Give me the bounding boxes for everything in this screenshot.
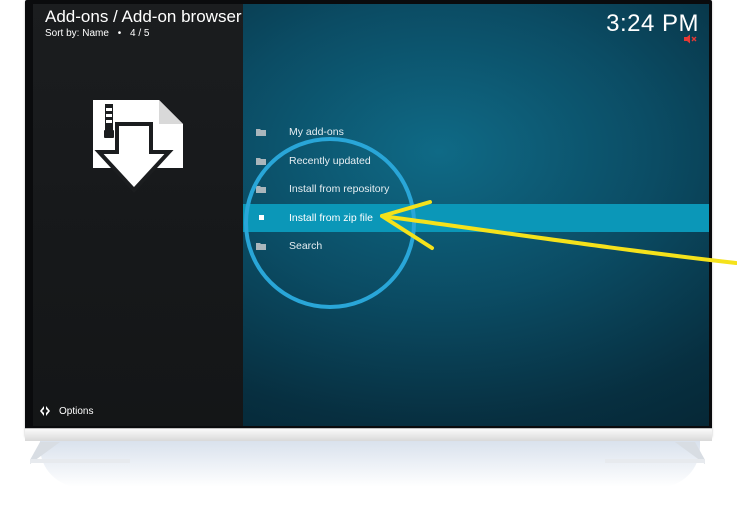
mute-icon xyxy=(684,34,697,44)
folder-icon xyxy=(255,184,267,194)
tv-stand-right xyxy=(605,442,705,464)
menu-item-label: My add-ons xyxy=(289,126,344,139)
left-info-panel xyxy=(33,4,243,426)
menu-item-my-addons[interactable]: My add-ons xyxy=(243,118,709,147)
folder-icon xyxy=(255,241,267,251)
sort-separator: • xyxy=(117,28,122,39)
menu-item-label: Install from repository xyxy=(289,183,390,196)
tv-chin xyxy=(25,428,712,441)
addon-browser-menu: My add-ons Recently updated Install from… xyxy=(243,118,709,261)
menu-item-recently-updated[interactable]: Recently updated xyxy=(243,147,709,176)
kodi-screen: Add-ons / Add-on browser Sort by: Name •… xyxy=(33,4,709,426)
square-bullet-icon xyxy=(255,213,267,223)
menu-item-label: Install from zip file xyxy=(289,211,374,224)
sort-label: Sort by: Name xyxy=(45,28,109,39)
menu-item-search[interactable]: Search xyxy=(243,232,709,261)
menu-item-label: Search xyxy=(289,240,323,253)
menu-item-label: Recently updated xyxy=(289,154,371,167)
zip-file-download-icon xyxy=(93,100,183,193)
item-position: 4 / 5 xyxy=(130,28,150,39)
page-title: Add-ons / Add-on browser xyxy=(45,7,242,26)
sort-info: Sort by: Name • 4 / 5 xyxy=(45,28,149,39)
tv-stand-left xyxy=(30,442,130,464)
menu-item-install-from-repository[interactable]: Install from repository xyxy=(243,175,709,204)
menu-item-install-from-zip-file[interactable]: Install from zip file xyxy=(243,203,709,232)
folder-icon xyxy=(255,127,267,137)
folder-icon xyxy=(255,156,267,166)
options-label: Options xyxy=(59,405,94,417)
options-chevrons-icon xyxy=(40,406,50,416)
options-button[interactable]: Options xyxy=(39,405,93,417)
